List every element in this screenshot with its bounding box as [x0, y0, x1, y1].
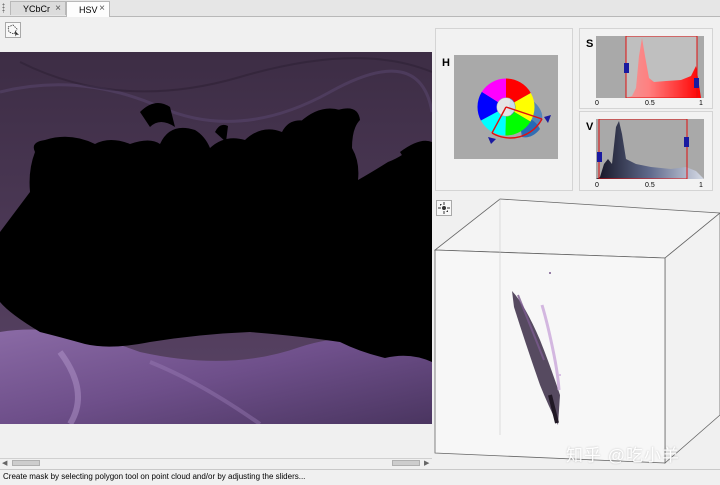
tab-ycbcr-label: YCbCr: [23, 3, 51, 14]
value-high-slider[interactable]: [684, 137, 689, 147]
polygon-tool-button[interactable]: [5, 22, 21, 38]
scroll-left-icon[interactable]: ◀: [2, 459, 7, 467]
drag-grip-icon[interactable]: [2, 3, 5, 13]
value-panel: V 0 0.5 1: [579, 111, 713, 191]
hue-label: H: [442, 57, 450, 69]
watermark: 知乎 @吃小羊: [566, 446, 680, 465]
s-tick-0: 0: [595, 100, 599, 107]
v-tick-1: 1: [699, 182, 703, 189]
value-low-slider[interactable]: [597, 152, 602, 162]
v-tick-05: 0.5: [645, 182, 655, 189]
saturation-histogram[interactable]: [596, 36, 704, 98]
hue-wheel-plot[interactable]: [454, 55, 558, 159]
point-cloud-3d-view[interactable]: [430, 195, 720, 465]
status-bar: Create mask by selecting polygon tool on…: [0, 469, 720, 485]
tab-hsv-label: HSV: [79, 4, 98, 15]
tab-ycbcr[interactable]: YCbCr ×: [10, 1, 66, 15]
saturation-panel: S 0 0.5 1: [579, 28, 713, 109]
saturation-label: S: [586, 38, 594, 50]
close-icon[interactable]: ×: [55, 3, 61, 14]
scroll-thumb-left[interactable]: [12, 460, 40, 466]
status-text: Create mask by selecting polygon tool on…: [3, 472, 306, 481]
scroll-right-icon[interactable]: ▶: [424, 459, 429, 467]
masked-image-view[interactable]: [0, 52, 432, 424]
s-tick-05: 0.5: [645, 100, 655, 107]
value-label: V: [586, 121, 594, 133]
horizontal-scrollbar[interactable]: ◀ ▶: [0, 458, 432, 468]
saturation-high-slider[interactable]: [694, 78, 699, 88]
scroll-thumb-right[interactable]: [392, 460, 420, 466]
tab-bar: YCbCr × HSV ×: [0, 0, 720, 17]
masked-image: [0, 52, 432, 424]
value-histogram[interactable]: [596, 119, 704, 179]
saturation-low-slider[interactable]: [624, 63, 629, 73]
tab-hsv[interactable]: HSV ×: [66, 1, 110, 17]
s-tick-1: 1: [699, 100, 703, 107]
v-tick-0: 0: [595, 182, 599, 189]
polygon-select-icon: [7, 24, 19, 37]
hue-panel: H: [435, 28, 573, 191]
close-icon[interactable]: ×: [99, 3, 105, 14]
